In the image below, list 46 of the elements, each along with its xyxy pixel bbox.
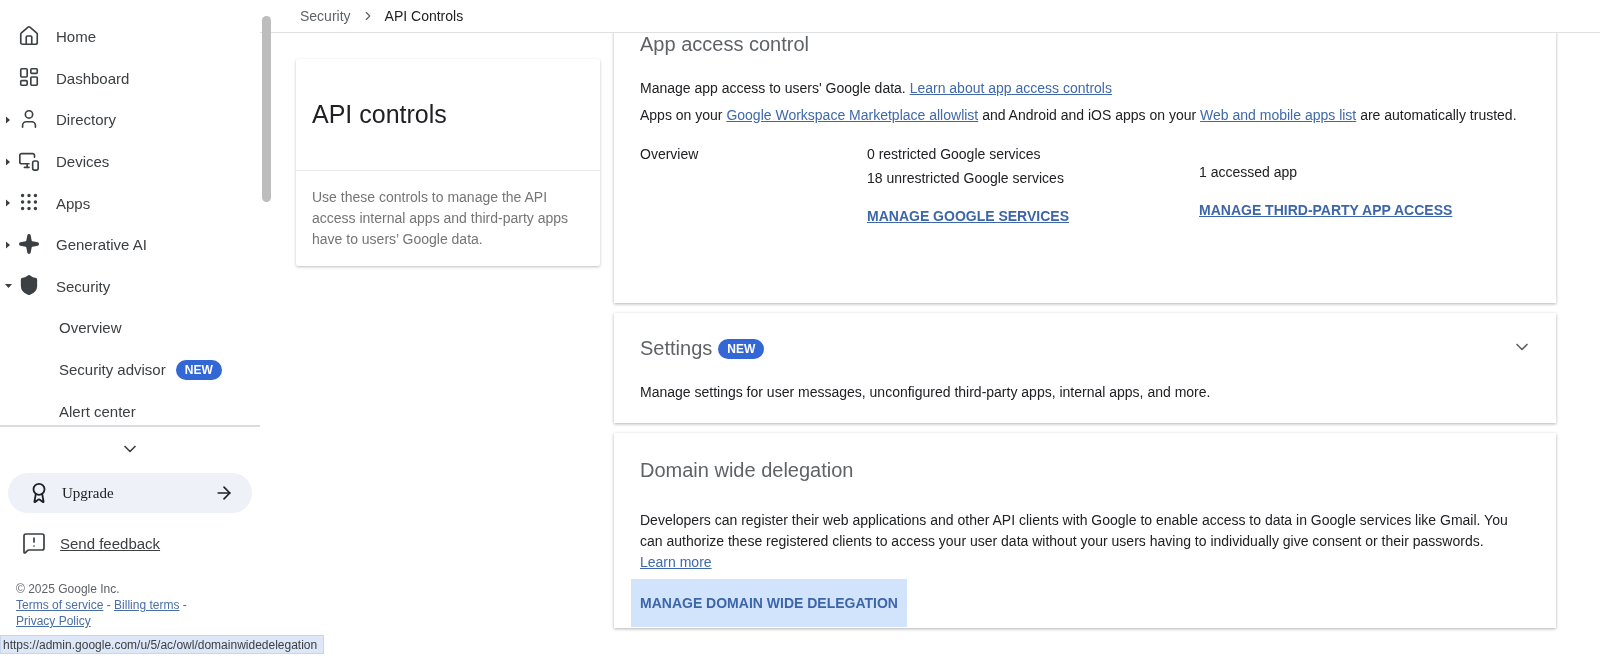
- nav-item[interactable]: Apps: [56, 194, 91, 212]
- new-badge: NEW: [175, 359, 222, 380]
- description-text: Manage settings for user messages, unconfigured third-party apps, internal apps, and more.: [640, 383, 1212, 402]
- sparkle-icon: [18, 232, 42, 257]
- separator-text: -: [182, 598, 187, 612]
- footer-link[interactable]: Privacy Policy: [16, 614, 91, 628]
- text-link[interactable]: Learn more: [640, 554, 712, 570]
- action-link[interactable]: MANAGE GOOGLE SERVICES: [867, 208, 1069, 224]
- footer-link[interactable]: Billing terms: [114, 598, 180, 612]
- section-title: Domain wide delegation: [640, 459, 855, 482]
- breadcrumb-item[interactable]: Security: [300, 7, 351, 24]
- description-text: Developers can register their web applications and other API clients with Google to enable access to data in Google services like Gmail. You can authorize these registered clients to access your user data without your users having to individually give consent or their passwords. Learn more: [640, 511, 1509, 572]
- stat-text: 18 unrestricted Google services: [867, 170, 1065, 186]
- manage-delegation-button[interactable]: MANAGE DOMAIN WIDE DELEGATION: [631, 579, 907, 627]
- new-badge: NEW: [718, 338, 765, 359]
- overview-label: Overview: [640, 146, 700, 164]
- nav-item[interactable]: Devices: [56, 153, 110, 171]
- nav-item[interactable]: Home: [56, 28, 96, 46]
- section-title: Settings: [640, 337, 713, 360]
- nav-item[interactable]: Directory: [56, 111, 116, 129]
- footer-link[interactable]: Terms of service: [16, 598, 104, 612]
- description-text: Apps on your Google Workspace Marketplace allowlist and Android and iOS apps on your Web and mobile apps list are automatically trusted.: [640, 106, 1518, 125]
- text-link[interactable]: Google Workspace Marketplace allowlist: [726, 107, 979, 123]
- feedback-icon: [22, 531, 46, 555]
- section-title: App access control: [640, 33, 810, 56]
- nav-item[interactable]: Security advisor: [59, 361, 166, 379]
- stat-text: 0 restricted Google services: [867, 146, 1042, 162]
- action-link[interactable]: MANAGE THIRD-PARTY APP ACCESS: [1199, 202, 1453, 218]
- nav-item[interactable]: Alert center: [59, 402, 136, 420]
- description-text: Manage app access to users' Google data. Learn about app access controls: [640, 79, 1113, 98]
- nav-item[interactable]: Generative AI: [56, 236, 147, 254]
- status-url: https://admin.google.com/u/5/ac/owl/domainwidedelegation: [0, 635, 325, 654]
- copyright-text: © 2025 Google Inc.: [16, 581, 121, 597]
- stat-text: 1 accessed app: [1199, 164, 1299, 180]
- nav-item[interactable]: Overview: [59, 319, 122, 337]
- separator-text: -: [106, 598, 111, 612]
- text-link[interactable]: Web and mobile apps list: [1200, 107, 1357, 123]
- feedback-link[interactable]: Send feedback: [22, 531, 260, 555]
- text-link[interactable]: Learn about app access controls: [909, 80, 1112, 96]
- nav-item[interactable]: Security: [56, 277, 111, 295]
- breadcrumb-item: API Controls: [384, 7, 464, 24]
- intro-description: Use these controls to manage the API access internal apps and third-party apps have to users’ Google data.: [311, 188, 570, 249]
- scrollbar[interactable]: [262, 16, 271, 202]
- page-title: API controls: [296, 59, 600, 171]
- nav-item[interactable]: Dashboard: [56, 69, 130, 87]
- upgrade-button[interactable]: Upgrade: [8, 473, 252, 513]
